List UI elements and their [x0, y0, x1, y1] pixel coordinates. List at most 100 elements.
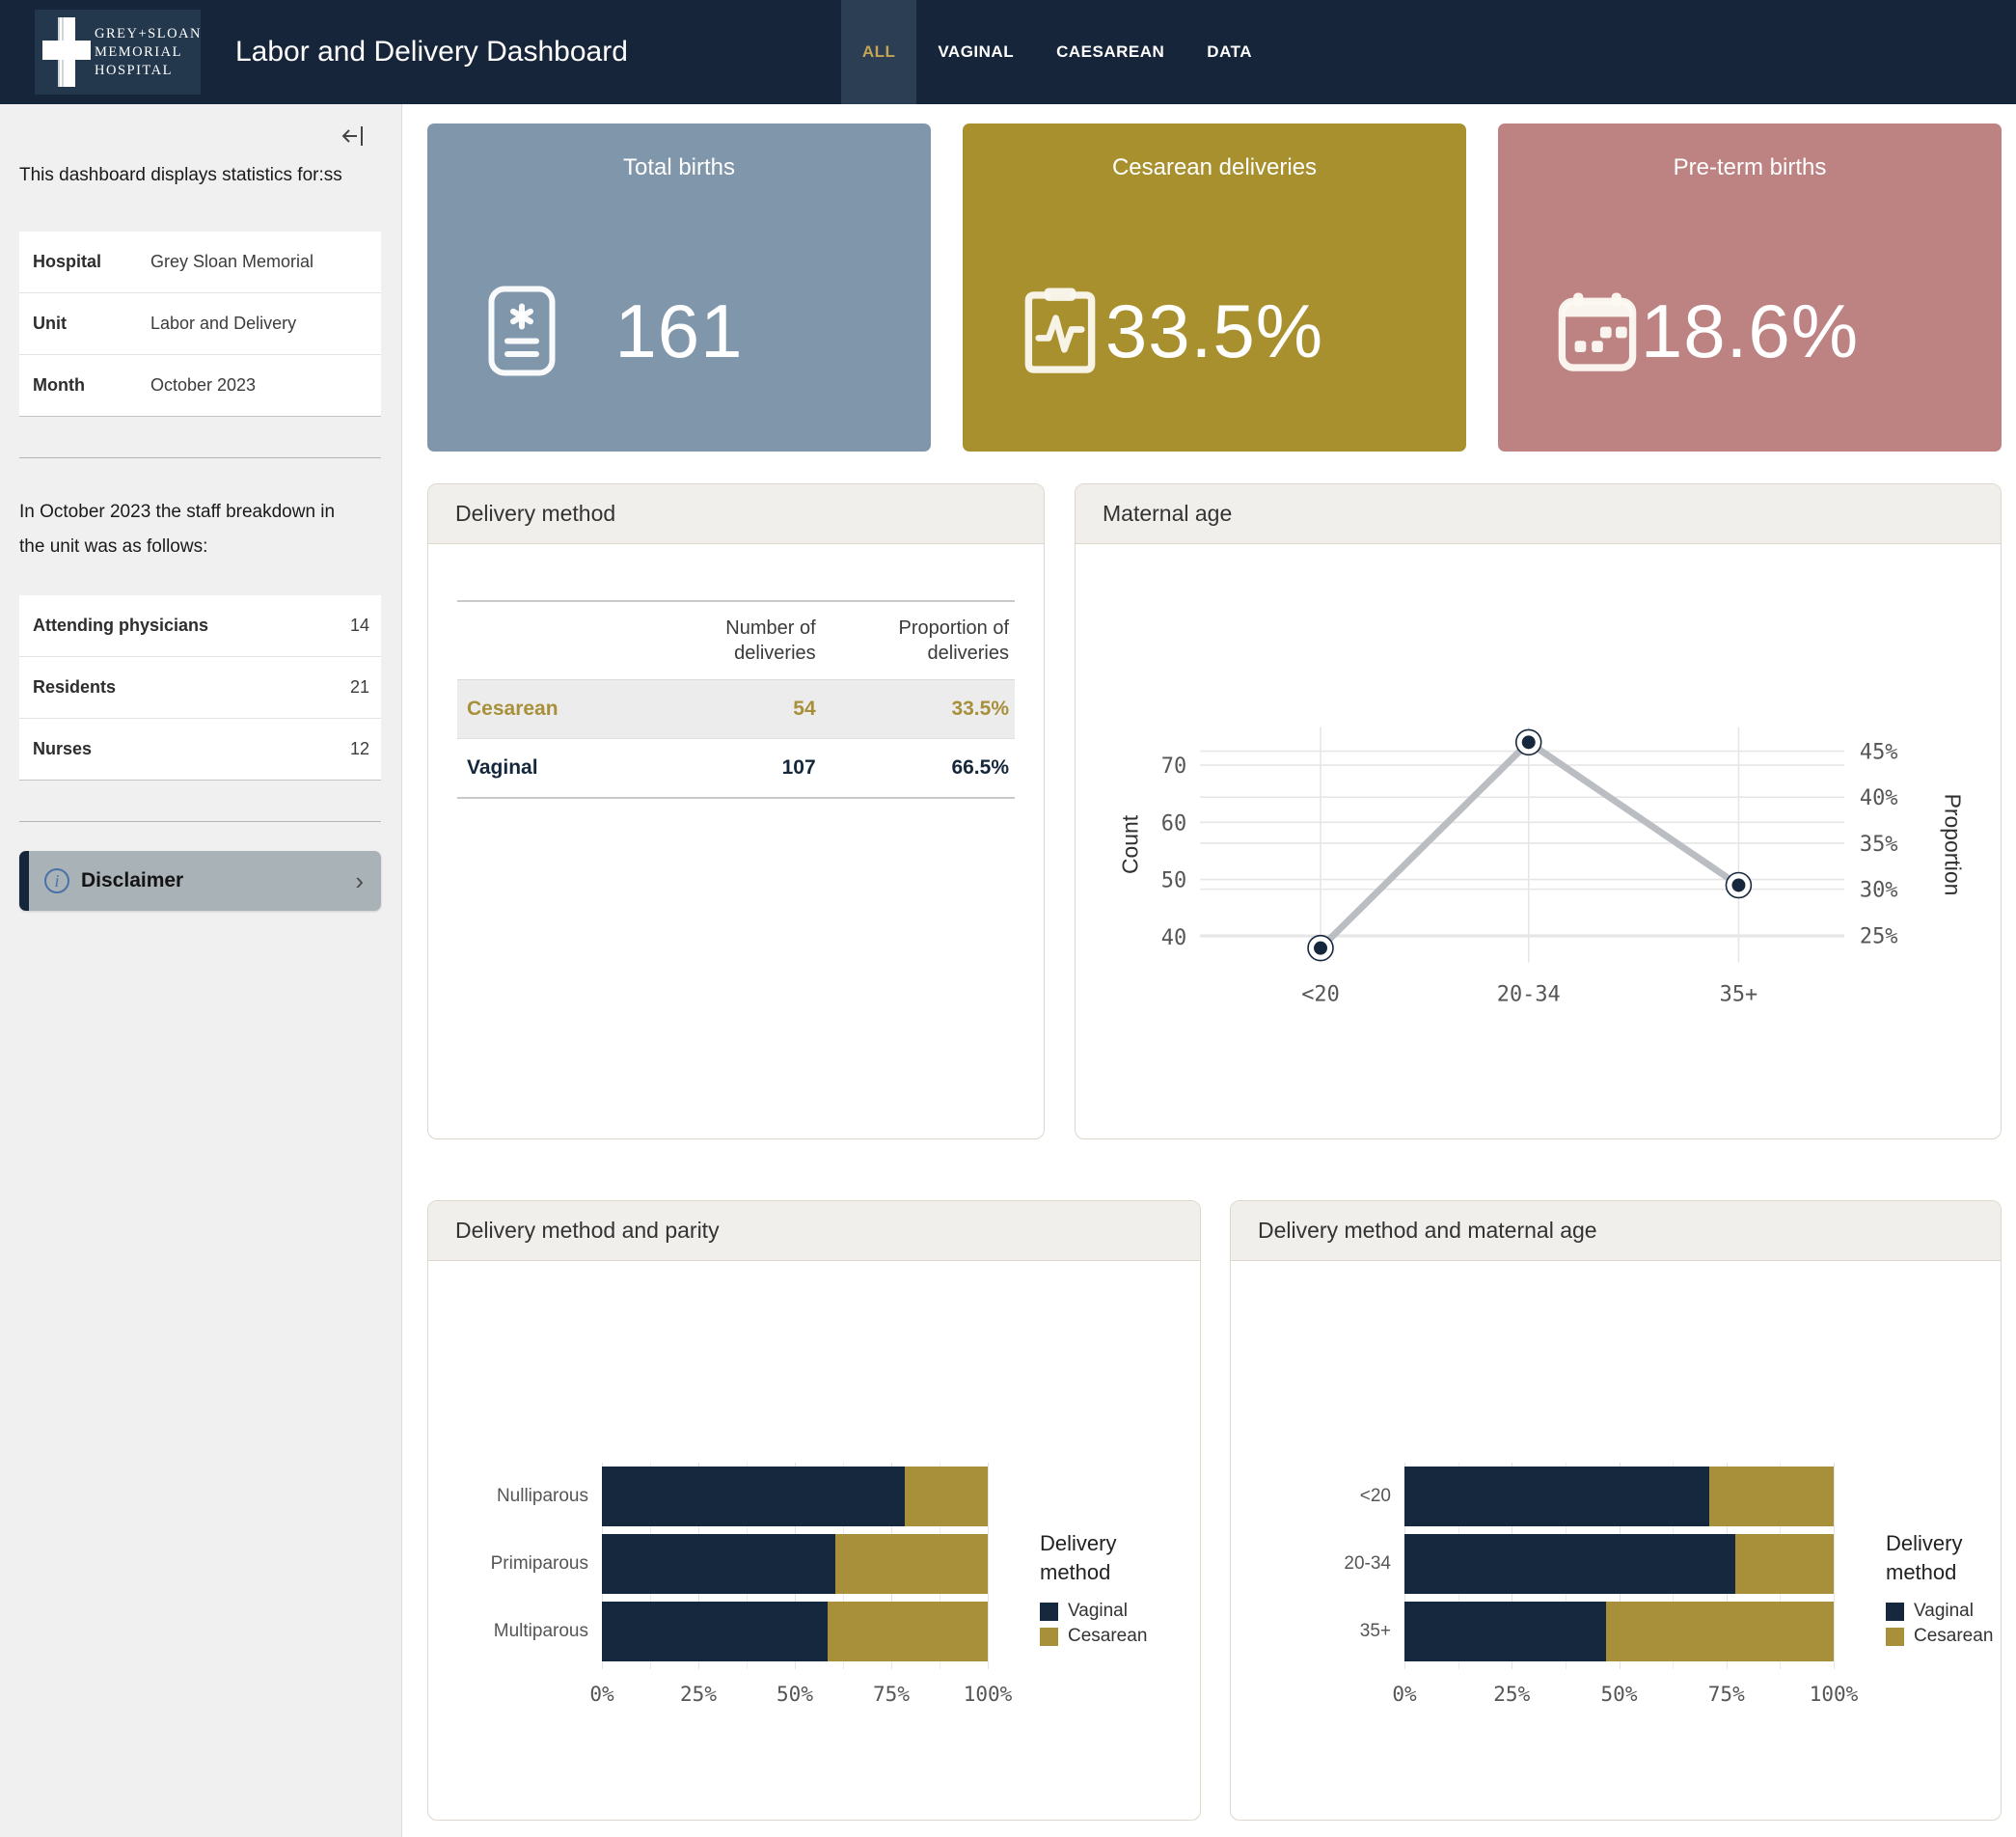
kpi-preterm-births: Pre-term births 18.6% — [1498, 123, 2002, 452]
bar-segment-vaginal — [1404, 1602, 1606, 1661]
table-row: Attending physicians 14 — [19, 595, 381, 657]
svg-text:35%: 35% — [1860, 833, 1898, 857]
table-row: Hospital Grey Sloan Memorial — [19, 232, 381, 293]
logo-line2: MEMORIAL — [95, 43, 202, 62]
info-value: Grey Sloan Memorial — [137, 232, 381, 293]
svg-text:40: 40 — [1161, 926, 1186, 950]
delivery-method-parity-card: Delivery method and parity Nulliparous Pr… — [427, 1200, 1201, 1821]
bar-row: <20 — [1275, 1463, 1834, 1530]
col-proportion-of-deliveries: Proportion of deliveries — [822, 601, 1015, 680]
svg-text:Proportion: Proportion — [1941, 794, 1966, 896]
svg-text:35+: 35+ — [1720, 982, 1758, 1006]
category-label: Primiparous — [473, 1553, 602, 1575]
parity-bar-chart: NulliparousPrimiparousMultiparous0%25%50… — [428, 1261, 1200, 1820]
row-pct: 66.5% — [822, 739, 1015, 799]
info-value: October 2023 — [137, 355, 381, 417]
row-count: 54 — [647, 680, 822, 739]
svg-text:50: 50 — [1161, 869, 1186, 893]
staff-count: 14 — [323, 595, 381, 657]
bar-segment-vaginal — [602, 1467, 905, 1526]
info-label: Unit — [19, 293, 137, 355]
kpi-value: 161 — [427, 288, 931, 375]
delivery-method-card: Delivery method Number of deliveries Pro… — [427, 483, 1045, 1139]
x-tick-label: 75% — [1708, 1683, 1745, 1706]
logo-line1: GREY+SLOAN — [95, 25, 202, 43]
staff-table: Attending physicians 14 Residents 21 Nur… — [19, 595, 381, 781]
kpi-total-births: Total births 161 — [427, 123, 931, 452]
staff-label: Attending physicians — [19, 595, 323, 657]
hospital-logo: GREY+SLOAN MEMORIAL HOSPITAL — [35, 10, 201, 95]
legend-swatch — [1886, 1628, 1904, 1646]
top-nav: GREY+SLOAN MEMORIAL HOSPITAL Labor and D… — [0, 0, 2016, 104]
table-header-row: Number of deliveries Proportion of deliv… — [457, 601, 1015, 680]
bar-track — [1404, 1467, 1834, 1526]
table-row: Nurses 12 — [19, 719, 381, 781]
kpi-cesarean-deliveries: Cesarean deliveries 33.5% — [963, 123, 1466, 452]
bar-segment-cesarean — [828, 1602, 988, 1661]
x-tick-label: 50% — [776, 1683, 813, 1706]
bar-segment-cesarean — [835, 1534, 988, 1594]
maternal-age-line-chart: 4050607025%30%35%40%45%<2020-3435+CountP… — [1076, 544, 2001, 1138]
card-title: Delivery method — [428, 484, 1044, 544]
info-value: Labor and Delivery — [137, 293, 381, 355]
sidebar: This dashboard displays statistics for:s… — [0, 104, 402, 1837]
x-tick-label: 50% — [1601, 1683, 1638, 1706]
x-tick-label: 100% — [964, 1683, 1013, 1706]
category-label: Multiparous — [473, 1621, 602, 1642]
bar-track — [602, 1467, 988, 1526]
category-label: 20-34 — [1275, 1553, 1404, 1575]
x-tick-label: 25% — [1493, 1683, 1530, 1706]
legend-title: Delivery method — [1040, 1529, 1146, 1587]
svg-text:60: 60 — [1161, 811, 1186, 836]
legend-item: Cesarean — [1886, 1626, 2001, 1647]
bar-segment-vaginal — [602, 1534, 835, 1594]
legend-label: Vaginal — [1914, 1601, 1974, 1622]
card-title: Delivery method and maternal age — [1231, 1201, 2001, 1261]
bar-track — [602, 1602, 988, 1661]
bar-row: 20-34 — [1275, 1530, 1834, 1598]
kpi-row: Total births 161 Cesarean deliveries — [427, 123, 2002, 452]
svg-text:<20: <20 — [1301, 982, 1340, 1006]
legend-swatch — [1040, 1628, 1058, 1646]
kpi-value: 18.6% — [1498, 288, 2002, 375]
bar-chart: NulliparousPrimiparousMultiparous0%25%50… — [428, 1463, 1200, 1714]
legend-item: Cesarean — [1040, 1626, 1200, 1647]
category-label: Nulliparous — [473, 1486, 602, 1507]
legend-label: Cesarean — [1068, 1626, 1147, 1647]
table-row: Unit Labor and Delivery — [19, 293, 381, 355]
col-number-of-deliveries: Number of deliveries — [647, 601, 822, 680]
nav-tab-data[interactable]: DATA — [1185, 0, 1273, 104]
row-label: Cesarean — [457, 680, 647, 739]
logo-line3: HOSPITAL — [95, 62, 202, 80]
nav-tab-all[interactable]: ALL — [841, 0, 917, 104]
staff-count: 12 — [323, 719, 381, 781]
svg-text:70: 70 — [1161, 754, 1186, 779]
nav-tab-vaginal[interactable]: VAGINAL — [916, 0, 1035, 104]
legend-title: Delivery method — [1886, 1529, 1992, 1587]
staff-label: Residents — [19, 657, 323, 719]
legend-label: Cesarean — [1914, 1626, 1993, 1647]
row-label: Vaginal — [457, 739, 647, 799]
table-row-cesarean: Cesarean 54 33.5% — [457, 680, 1015, 739]
bar-track — [1404, 1602, 1834, 1661]
kpi-title: Pre-term births — [1498, 123, 2002, 181]
row-pct: 33.5% — [822, 680, 1015, 739]
nav-tabs: ALL VAGINAL CAESAREAN DATA — [841, 0, 1273, 104]
sidebar-collapse-icon[interactable] — [341, 123, 366, 149]
dashboard-info-table: Hospital Grey Sloan Memorial Unit Labor … — [19, 232, 381, 417]
disclaimer-button[interactable]: i Disclaimer › — [19, 851, 381, 911]
sidebar-divider — [19, 821, 381, 822]
nav-tab-caesarean[interactable]: CAESAREAN — [1035, 0, 1185, 104]
chevron-right-icon: › — [355, 868, 364, 893]
staff-label: Nurses — [19, 719, 323, 781]
card-title: Delivery method and parity — [428, 1201, 1200, 1261]
age-bar-chart: <2020-3435+0%25%50%75%100%Delivery metho… — [1231, 1261, 2001, 1820]
svg-text:45%: 45% — [1860, 741, 1898, 765]
legend: Delivery methodVaginalCesarean — [1040, 1529, 1200, 1647]
card-title: Maternal age — [1076, 484, 2001, 544]
x-axis: 0%25%50%75%100% — [602, 1675, 988, 1714]
x-tick-label: 75% — [873, 1683, 910, 1706]
legend-swatch — [1886, 1603, 1904, 1621]
category-label: 35+ — [1275, 1621, 1404, 1642]
maternal-age-card: Maternal age 4050607025%30%35%40%45%<202… — [1075, 483, 2002, 1139]
